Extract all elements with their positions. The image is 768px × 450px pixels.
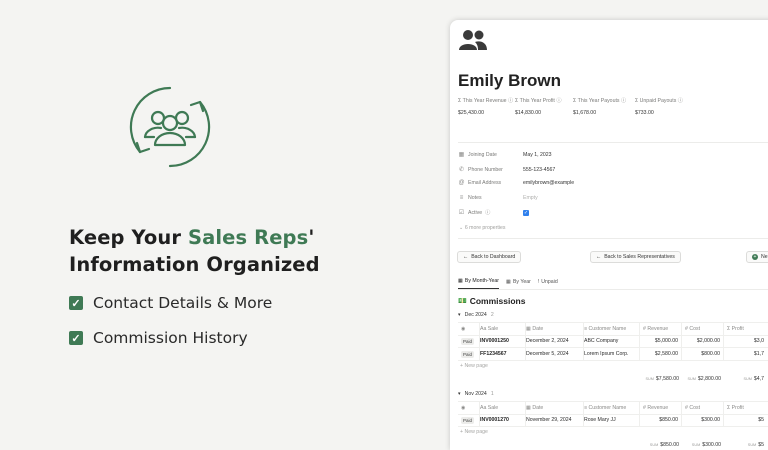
plus-icon: + bbox=[752, 254, 758, 260]
property-phone[interactable]: ✆ Phone Number 555-123-4567 bbox=[458, 166, 555, 174]
hash-icon: # bbox=[685, 326, 688, 332]
hash-icon: # bbox=[643, 326, 646, 332]
text-lines-icon: ≡ bbox=[459, 195, 464, 201]
hash-icon: # bbox=[643, 405, 646, 411]
back-to-dashboard-button[interactable]: ← Back to Dashboard bbox=[457, 251, 522, 263]
chevron-down-icon: ⌄ bbox=[459, 225, 464, 231]
tab-by-month-year[interactable]: ▦ By Month-Year bbox=[458, 278, 500, 289]
view-tabs: ▦ By Month-Year ▦ By Year ! Unpaid bbox=[458, 278, 558, 289]
status-badge: Paid bbox=[461, 416, 475, 424]
sum-row: SUM $850.00 SUM $300.00 SUM $5 bbox=[649, 442, 764, 448]
stat-revenue: Σ This Year Revenue ⓘ $25,430.00 bbox=[458, 98, 514, 116]
phone-icon: ✆ bbox=[458, 167, 465, 173]
chevron-down-icon: ▾ bbox=[458, 312, 461, 318]
tabs-underline bbox=[458, 289, 768, 290]
stat-payouts: Σ This Year Payouts ⓘ $1,678.00 bbox=[573, 98, 627, 116]
stat-unpaid: Σ Unpaid Payouts ⓘ $733.00 bbox=[635, 98, 683, 116]
status-column-icon: ◉ bbox=[458, 402, 480, 414]
info-icon: ⓘ bbox=[556, 98, 562, 104]
app-window: Emily Brown Σ This Year Revenue ⓘ $25,43… bbox=[450, 20, 768, 450]
sigma-icon: Σ bbox=[458, 98, 462, 104]
exclamation-icon: ! bbox=[537, 278, 540, 285]
chevron-down-icon: ▾ bbox=[458, 391, 461, 397]
promo-headline: Keep Your Sales Reps' Information Organi… bbox=[69, 226, 320, 276]
calendar-icon: ▦ bbox=[458, 278, 463, 284]
column-customer: ≡ Customer Name bbox=[584, 323, 640, 335]
sigma-icon: Σ bbox=[727, 405, 731, 411]
calendar-icon: ▦ bbox=[526, 326, 531, 332]
table-row[interactable]: Paid FF1234567 December 5, 2024 Lorem Ip… bbox=[458, 348, 768, 361]
table-header-row: ◉ Aa Sale ▦ Date ≡ Customer Name # Reven… bbox=[458, 322, 768, 336]
table-row[interactable]: Paid INV0001270 November 29, 2024 Rose M… bbox=[458, 414, 768, 427]
new-page-button[interactable]: + New page bbox=[460, 363, 488, 369]
new-page-button[interactable]: + New page bbox=[460, 429, 488, 435]
column-cost: # Cost bbox=[682, 323, 724, 335]
table-row[interactable]: Paid INV0001250 December 2, 2024 ABC Com… bbox=[458, 335, 768, 348]
property-active[interactable]: ☑ Active ⓘ ✓ bbox=[458, 209, 529, 216]
divider bbox=[458, 238, 768, 239]
tab-unpaid[interactable]: ! Unpaid bbox=[538, 278, 558, 289]
status-column-icon: ◉ bbox=[458, 323, 480, 335]
rollup-stats: Σ This Year Revenue ⓘ $25,430.00 Σ This … bbox=[458, 97, 692, 116]
sum-row: SUM $7,580.00 SUM $2,800.00 SUM $4,7 bbox=[645, 376, 764, 382]
column-date: ▦ Date bbox=[526, 323, 584, 335]
sigma-icon: Σ bbox=[635, 98, 639, 104]
sigma-icon: Σ bbox=[515, 98, 519, 104]
money-icon: 💵 bbox=[458, 298, 467, 305]
people-icon bbox=[459, 30, 487, 50]
divider bbox=[458, 142, 768, 143]
text-lines-icon: ≡ bbox=[584, 326, 588, 332]
page-title: Emily Brown bbox=[458, 71, 561, 90]
checkmark-icon: ✓ bbox=[69, 296, 83, 310]
commissions-title: 💵 Commissions bbox=[458, 296, 526, 306]
column-revenue: # Revenue bbox=[640, 323, 682, 335]
checkbox-icon: ☑ bbox=[458, 210, 465, 216]
property-email[interactable]: @ Email Address emilybrown@example bbox=[458, 180, 574, 186]
status-badge: Paid bbox=[461, 337, 475, 345]
sigma-icon: Σ bbox=[573, 98, 577, 104]
at-icon: @ bbox=[458, 180, 465, 186]
feature-item: ✓ Commission History bbox=[69, 329, 248, 347]
info-icon: ⓘ bbox=[677, 98, 683, 104]
info-icon: ⓘ bbox=[620, 98, 627, 104]
headline-accent: Sales Reps bbox=[187, 226, 309, 249]
info-icon: ⓘ bbox=[485, 210, 491, 216]
column-profit: Σ Profit bbox=[727, 326, 744, 332]
sigma-icon: Σ bbox=[727, 326, 731, 332]
back-to-sales-reps-button[interactable]: ← Back to Sales Representatives bbox=[590, 251, 681, 263]
team-cycle-logo-icon bbox=[129, 86, 211, 168]
column-sale: Aa Sale bbox=[480, 323, 526, 335]
info-icon: ⓘ bbox=[507, 98, 514, 104]
group-header[interactable]: ▾ Dec 2024 2 bbox=[458, 312, 494, 318]
hash-icon: # bbox=[685, 405, 688, 411]
status-badge: Paid bbox=[461, 350, 475, 358]
calendar-icon: ▦ bbox=[458, 152, 465, 158]
feature-item: ✓ Contact Details & More bbox=[69, 294, 272, 312]
group-header[interactable]: ▾ Nov 2024 1 bbox=[458, 391, 494, 397]
active-checkbox[interactable]: ✓ bbox=[523, 209, 529, 216]
stat-profit: Σ This Year Profit ⓘ $14,830.00 bbox=[515, 98, 562, 116]
more-properties-toggle[interactable]: ⌄ 6 more properties bbox=[459, 225, 505, 231]
text-lines-icon: ≡ bbox=[584, 405, 588, 411]
calendar-icon: ▦ bbox=[506, 278, 511, 285]
tab-by-year[interactable]: ▦ By Year bbox=[506, 278, 531, 289]
checkmark-icon: ✓ bbox=[69, 331, 83, 345]
calendar-icon: ▦ bbox=[526, 405, 531, 411]
table-header-row: ◉ Aa Sale ▦ Date ≡ Customer Name # Reven… bbox=[458, 401, 768, 415]
arrow-left-icon: ← bbox=[463, 254, 469, 260]
arrow-left-icon: ← bbox=[596, 254, 602, 260]
property-notes[interactable]: ≡ Notes Empty bbox=[458, 195, 538, 201]
property-joining-date[interactable]: ▦ Joining Date May 1, 2023 bbox=[458, 151, 552, 159]
new-button[interactable]: + Ne bbox=[746, 251, 768, 263]
